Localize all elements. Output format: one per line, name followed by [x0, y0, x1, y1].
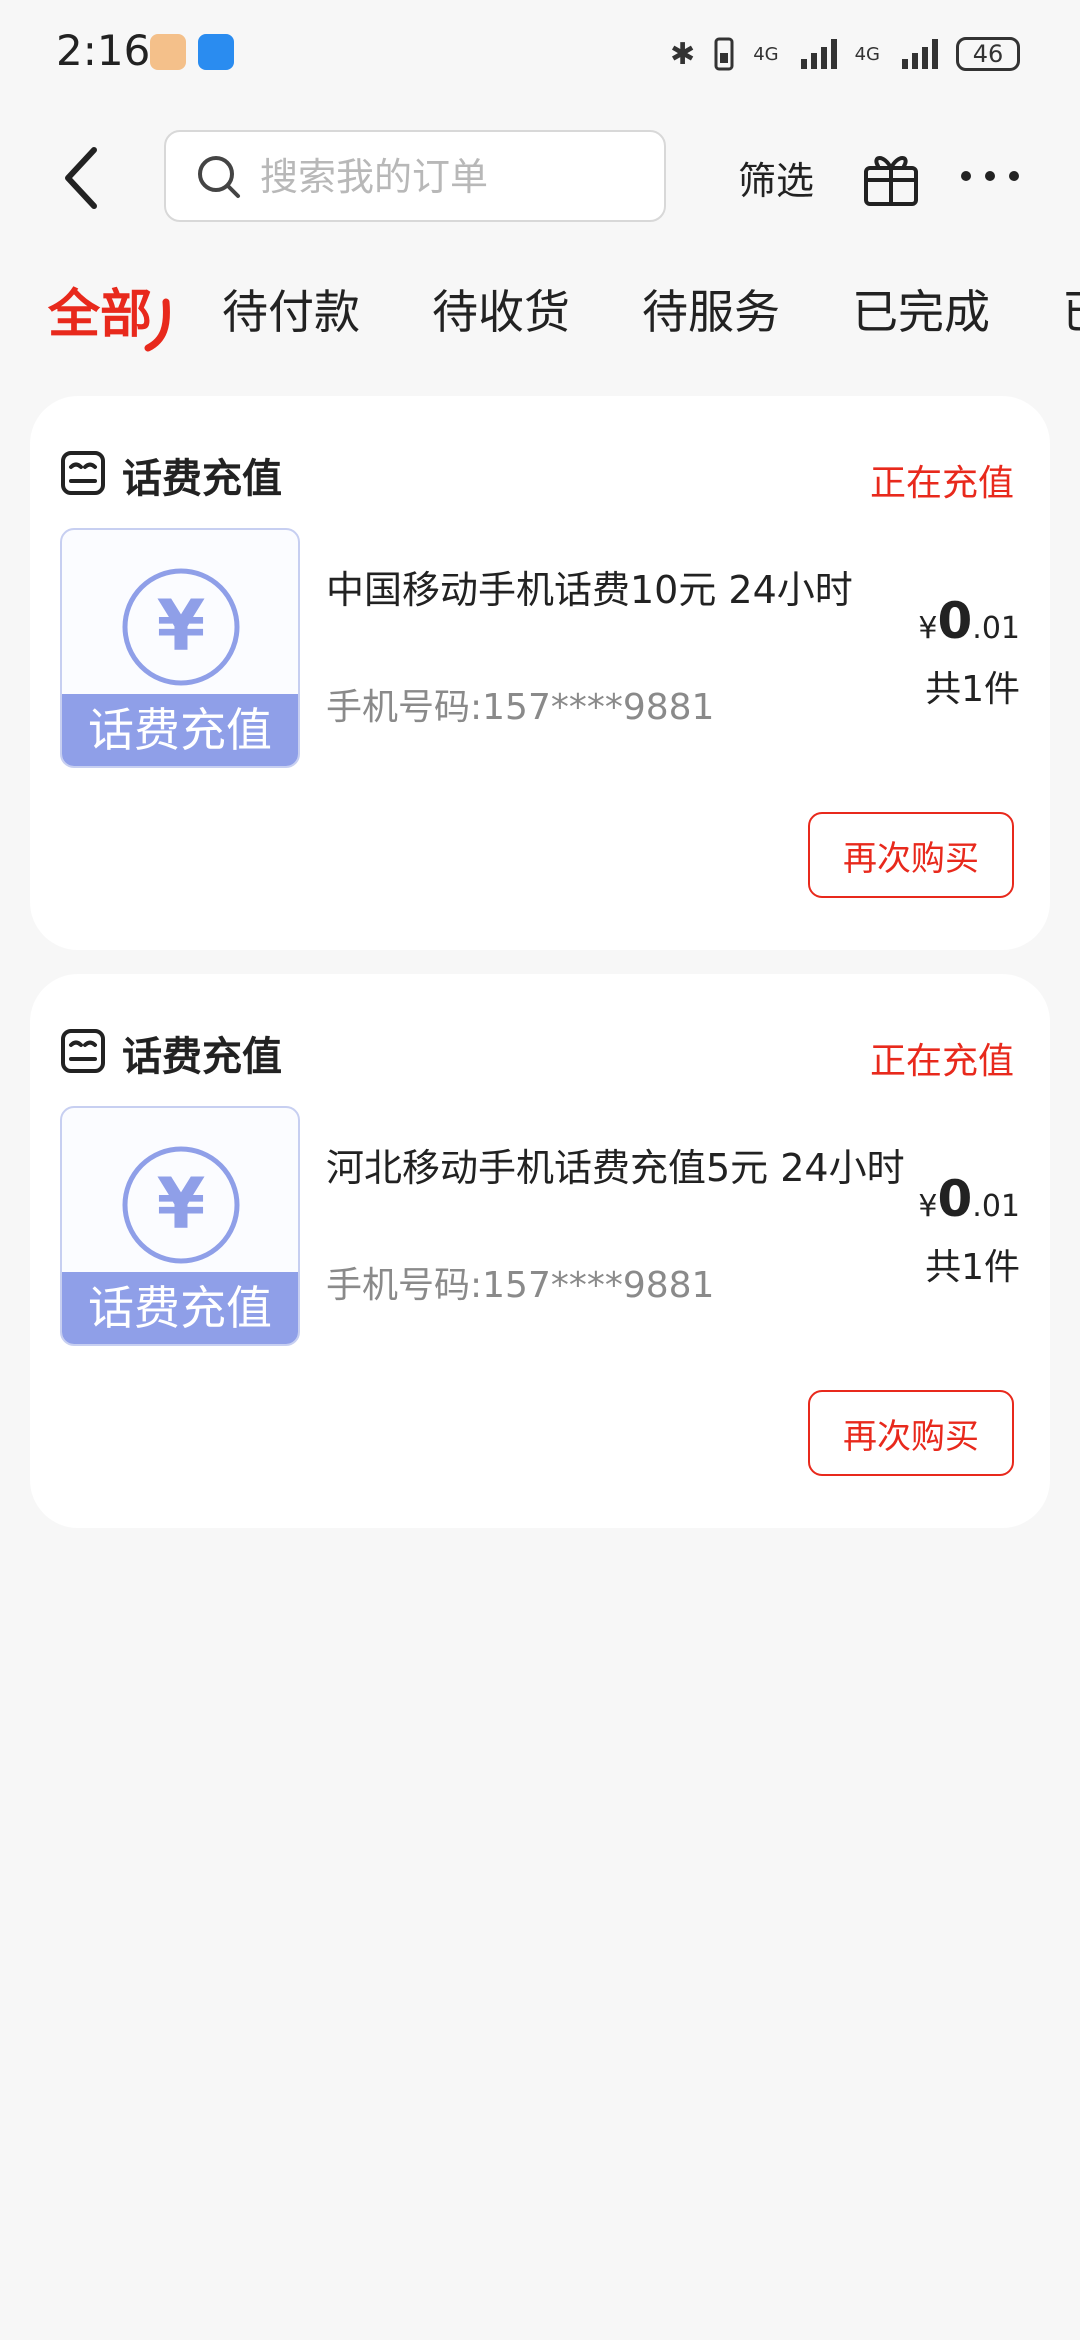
tab-completed[interactable]: 已完成 [852, 276, 990, 342]
thumbnail-label: 话费充值 [62, 694, 298, 766]
price-decimal: .01 [972, 1189, 1020, 1224]
product-thumbnail[interactable]: ¥ 话费充值 [60, 528, 300, 768]
vibrate-icon [714, 37, 734, 71]
tab-overflow[interactable]: 已 [1062, 276, 1080, 342]
status-indicators: ✱ 4G 4G 46 [670, 30, 1020, 78]
network-type-2: 4G [854, 43, 880, 65]
pet-app-notification-icon [150, 34, 186, 70]
network-type-1: 4G [753, 43, 779, 65]
order-price: ¥0.01 [918, 1170, 1020, 1228]
order-status: 正在充值 [869, 1041, 1014, 1082]
svg-text:¥: ¥ [157, 1163, 206, 1245]
order-category: 话费充值 [122, 456, 282, 502]
item-count: 共1件 [925, 669, 1020, 710]
item-count: 共1件 [925, 1247, 1020, 1288]
order-price: ¥0.01 [918, 592, 1020, 650]
gift-icon[interactable] [858, 144, 924, 210]
search-icon [198, 156, 240, 198]
search-input[interactable] [258, 146, 652, 208]
price-integer: 0 [937, 1170, 973, 1228]
buy-again-button[interactable]: 再次购买 [808, 1390, 1014, 1476]
product-title[interactable]: 中国移动手机话费10元 24小时 [326, 566, 906, 614]
product-title[interactable]: 河北移动手机话费充值5元 24小时 [326, 1144, 906, 1192]
signal-icon-1 [800, 39, 837, 69]
search-box[interactable] [164, 130, 666, 222]
svg-text:¥: ¥ [157, 585, 206, 667]
buy-again-button[interactable]: 再次购买 [808, 812, 1014, 898]
filter-button[interactable]: 筛选 [738, 150, 814, 205]
tab-all[interactable]: 全部 [48, 272, 152, 347]
order-card[interactable]: 话费充值 正在充值 ¥ 话费充值 中国移动手机话费10元 24小时 手机号码:1… [30, 396, 1050, 950]
signal-icon-2 [902, 39, 938, 69]
status-time: 2:16 [56, 26, 151, 75]
bluetooth-icon: ✱ [670, 36, 696, 72]
phone-number: 手机号码:157****9881 [326, 687, 715, 728]
store-icon [61, 451, 105, 495]
order-card[interactable]: 话费充值 正在充值 ¥ 话费充值 河北移动手机话费充值5元 24小时 手机号码:… [30, 974, 1050, 1528]
yuan-coin-icon: ¥ [122, 1146, 240, 1264]
order-tabs: 全部 待付款 待收货 待服务 已完成 已 [0, 262, 1080, 362]
price-decimal: .01 [972, 611, 1020, 646]
battery-icon: 46 [956, 37, 1020, 71]
currency-symbol: ¥ [918, 611, 938, 646]
back-arrow-icon[interactable] [54, 142, 114, 214]
tab-pending-receipt[interactable]: 待收货 [432, 276, 570, 342]
order-status: 正在充值 [869, 463, 1014, 504]
price-integer: 0 [937, 592, 973, 650]
product-thumbnail[interactable]: ¥ 话费充值 [60, 1106, 300, 1346]
tab-pending-service[interactable]: 待服务 [642, 276, 780, 342]
yuan-coin-icon: ¥ [122, 568, 240, 686]
active-tab-indicator [144, 298, 170, 352]
currency-symbol: ¥ [918, 1189, 938, 1224]
phone-number: 手机号码:157****9881 [326, 1265, 715, 1306]
top-bar: 筛选 [0, 128, 1080, 228]
status-bar: 2:16 ✱ 4G 4G 46 [0, 0, 1080, 110]
message-notification-icon [198, 34, 234, 70]
order-category: 话费充值 [122, 1034, 282, 1080]
tab-pending-payment[interactable]: 待付款 [222, 276, 360, 342]
more-options-icon[interactable] [958, 166, 1022, 186]
thumbnail-label: 话费充值 [62, 1272, 298, 1344]
store-icon [61, 1029, 105, 1073]
